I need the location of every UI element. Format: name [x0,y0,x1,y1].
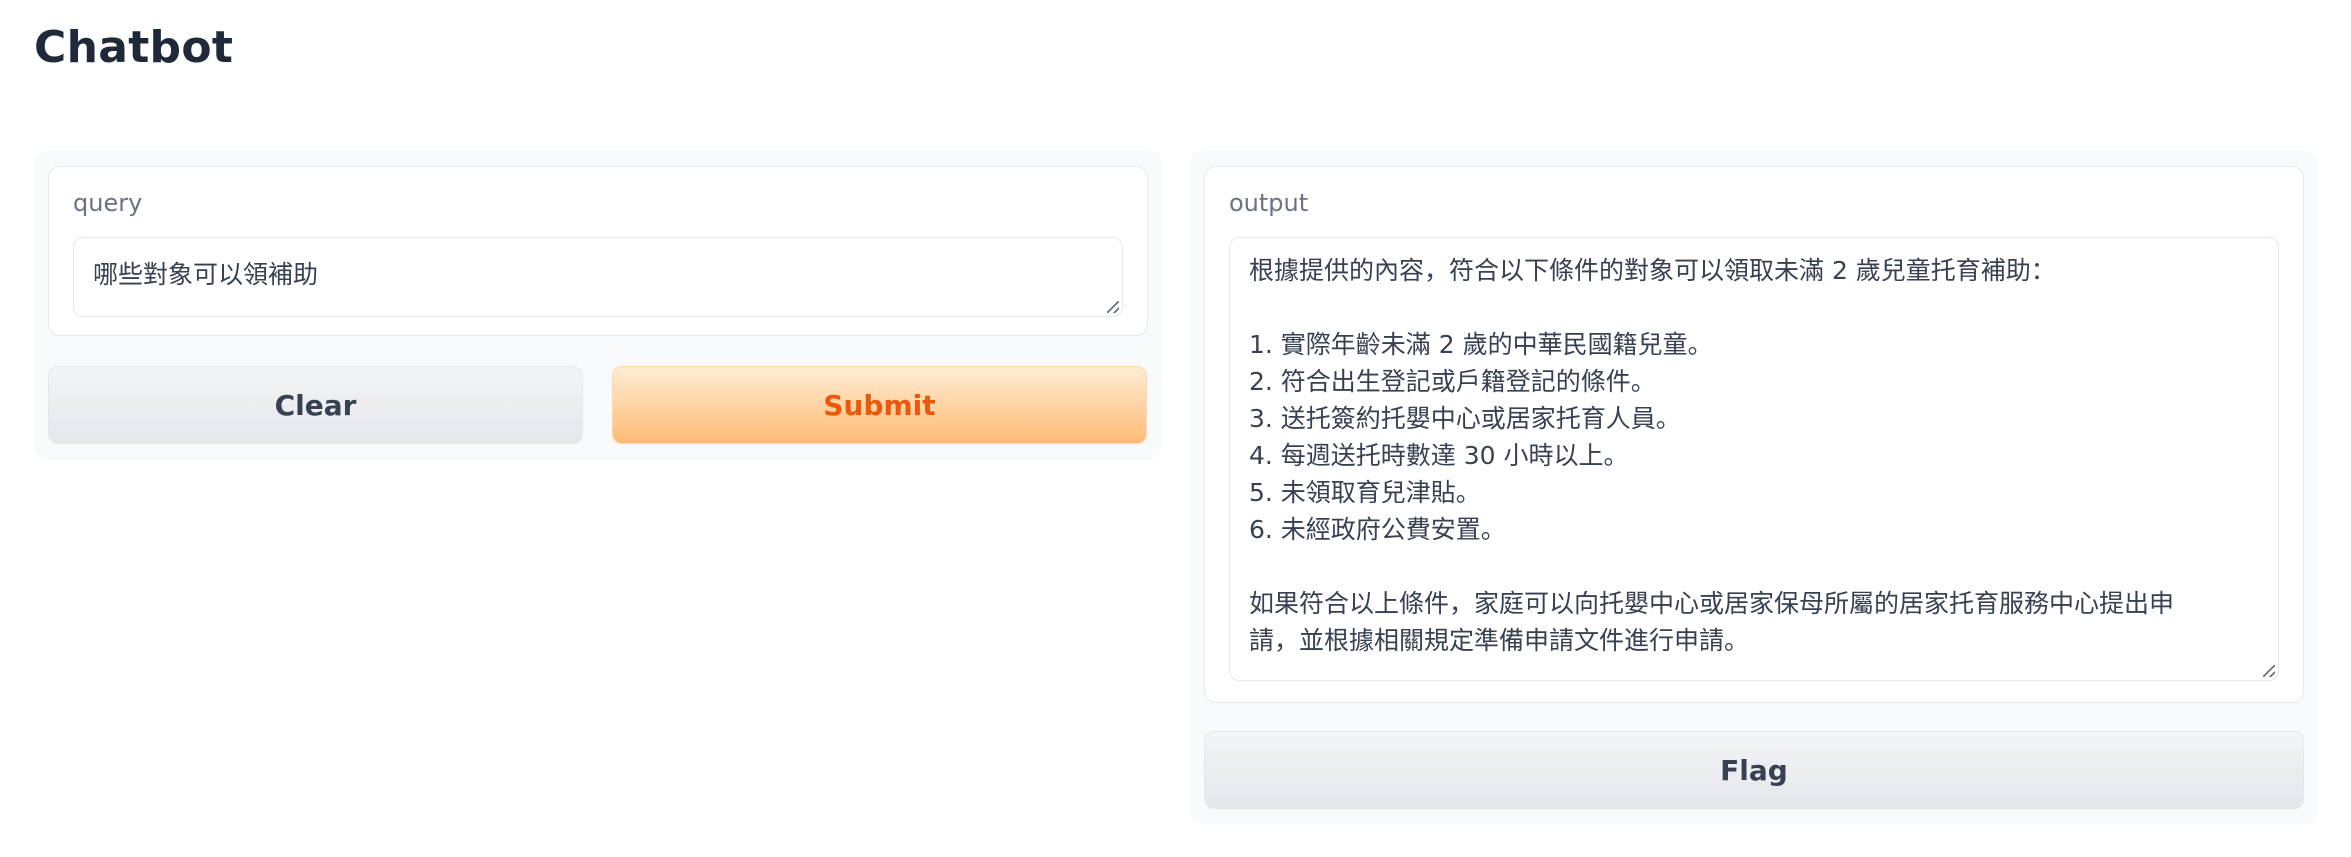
submit-button[interactable]: Submit [612,366,1147,444]
output-textarea[interactable]: 根據提供的內容，符合以下條件的對象可以領取未滿 2 歲兒童托育補助： 1. 實際… [1229,237,2279,681]
output-line: 6. 未經政府公費安置。 [1249,515,1506,544]
query-value: 哪些對象可以領補助 [93,260,319,289]
output-line: 4. 每週送托時數達 30 小時以上。 [1249,441,1629,470]
clear-button[interactable]: Clear [48,366,583,444]
output-line: 1. 實際年齡未滿 2 歲的中華民國籍兒童。 [1249,330,1713,359]
output-panel: output 根據提供的內容，符合以下條件的對象可以領取未滿 2 歲兒童托育補助… [1190,151,2318,823]
query-textarea[interactable]: 哪些對象可以領補助 [73,237,1123,317]
app-page: Chatbot query 哪些對象可以領補助 Clear Submit out… [0,0,2351,857]
output-line: 3. 送托簽約托嬰中心或居家托育人員。 [1249,404,1681,433]
output-line: 請，並根據相關規定準備申請文件進行申請。 [1249,626,1750,655]
page-title: Chatbot [34,22,234,73]
output-line: 5. 未領取育兒津貼。 [1249,478,1481,507]
output-line: 2. 符合出生登記或戶籍登記的條件。 [1249,367,1656,396]
output-line: 如果符合以上條件，家庭可以向托嬰中心或居家保母所屬的居家托育服務中心提出申 [1249,589,2175,618]
query-label: query [73,189,143,217]
resize-grip-icon[interactable] [1107,301,1119,313]
output-block: output 根據提供的內容，符合以下條件的對象可以領取未滿 2 歲兒童托育補助… [1204,166,2304,703]
input-panel: query 哪些對象可以領補助 Clear Submit [34,151,1161,460]
output-line: 根據提供的內容，符合以下條件的對象可以領取未滿 2 歲兒童托育補助： [1249,256,2056,285]
output-label: output [1229,189,1309,217]
resize-grip-icon[interactable] [2263,665,2275,677]
query-block: query 哪些對象可以領補助 [48,166,1148,336]
flag-button[interactable]: Flag [1204,731,2304,809]
